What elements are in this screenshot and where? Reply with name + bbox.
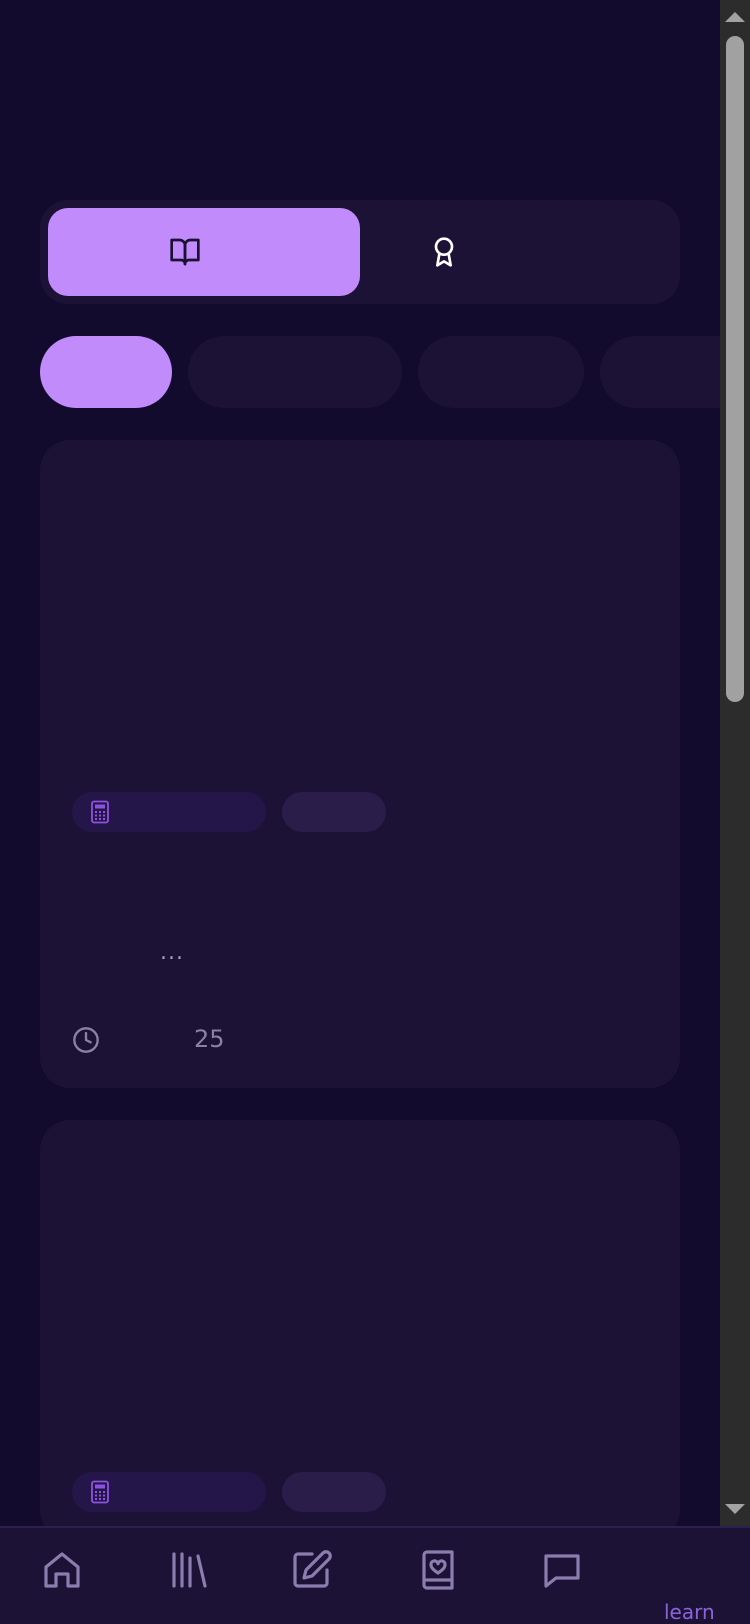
scrollbar[interactable] bbox=[720, 0, 750, 1528]
level-tag bbox=[282, 792, 386, 832]
scroll-down-arrow-icon[interactable] bbox=[725, 1504, 745, 1514]
nav-messages[interactable] bbox=[538, 1546, 586, 1594]
bottom-nav: learn bbox=[0, 1526, 750, 1624]
filter-chip[interactable] bbox=[40, 336, 172, 408]
book-heart-icon bbox=[422, 1550, 454, 1590]
lesson-card[interactable]: ... 25 bbox=[40, 440, 680, 1088]
message-icon bbox=[544, 1554, 580, 1588]
subject-tag bbox=[72, 792, 266, 832]
edit-icon bbox=[293, 1550, 332, 1588]
nav-journal[interactable] bbox=[414, 1546, 462, 1594]
scroll-thumb[interactable] bbox=[726, 36, 744, 702]
calculator-icon bbox=[91, 800, 109, 824]
home-icon bbox=[44, 1552, 80, 1588]
nav-library[interactable] bbox=[164, 1546, 212, 1594]
subject-tag bbox=[72, 1472, 266, 1512]
filter-chip[interactable] bbox=[600, 336, 720, 408]
lesson-card[interactable] bbox=[40, 1120, 680, 1540]
library-icon bbox=[172, 1552, 207, 1588]
app-screen: ... 25 learn bbox=[0, 0, 750, 1624]
nav-label-learn[interactable]: learn bbox=[664, 1600, 715, 1624]
nav-home[interactable] bbox=[38, 1546, 86, 1594]
clock-icon bbox=[73, 1027, 99, 1053]
tab-lessons[interactable] bbox=[48, 208, 360, 296]
filter-chip[interactable] bbox=[418, 336, 584, 408]
filter-chip[interactable] bbox=[188, 336, 402, 408]
scroll-up-arrow-icon[interactable] bbox=[725, 12, 745, 22]
description-truncated: ... bbox=[160, 940, 184, 965]
book-open-icon bbox=[170, 238, 200, 266]
view-toggle bbox=[40, 200, 680, 304]
tab-achievements[interactable] bbox=[360, 208, 672, 296]
calculator-icon bbox=[91, 1480, 109, 1504]
nav-write[interactable] bbox=[288, 1546, 336, 1594]
award-icon bbox=[434, 237, 454, 267]
duration-value: 25 bbox=[194, 1025, 225, 1053]
level-tag bbox=[282, 1472, 386, 1512]
